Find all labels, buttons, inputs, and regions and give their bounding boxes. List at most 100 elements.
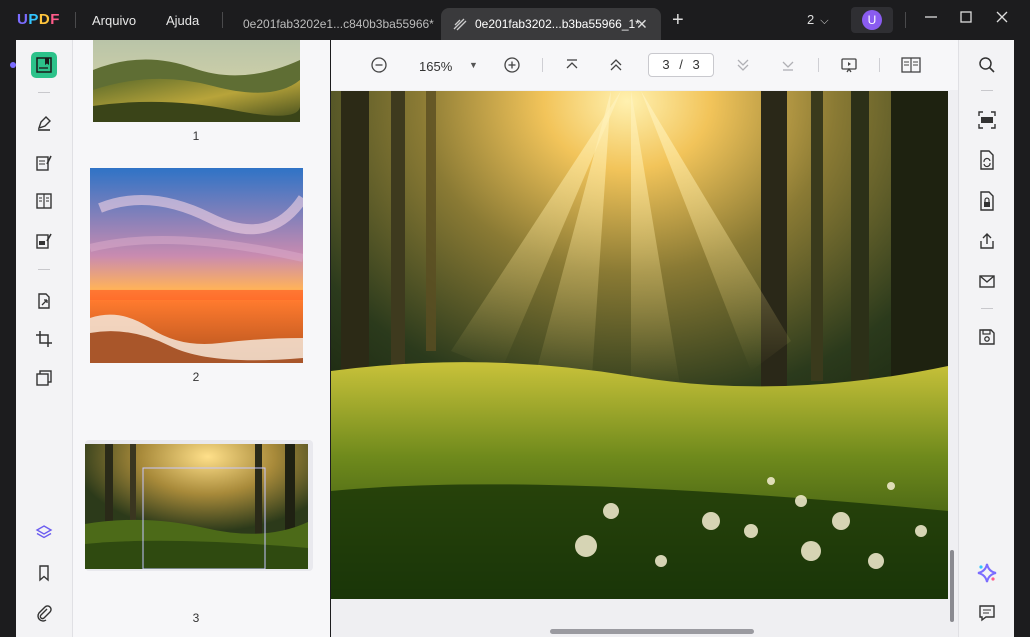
total-pages: 3: [692, 57, 700, 72]
ai-assistant-icon: [977, 563, 997, 583]
attachment-button[interactable]: [31, 600, 57, 626]
pdf-page[interactable]: [331, 91, 948, 599]
title-separator: [222, 12, 223, 28]
convert-pdf-button[interactable]: [976, 149, 998, 171]
tab-document-2[interactable]: 0e201fab3202...b3ba55966_1* ✕: [441, 8, 661, 40]
last-page-button[interactable]: [779, 55, 797, 75]
previous-page-button[interactable]: [607, 55, 625, 75]
ocr-icon: [978, 111, 996, 129]
document-view: 165% ▼ 3 / 3: [331, 40, 958, 637]
fill-sign-button[interactable]: [31, 228, 57, 254]
window-switcher[interactable]: 2 ⌵: [807, 12, 829, 28]
first-page-icon: [566, 59, 578, 69]
chevron-down-icon: ⌵: [820, 15, 829, 27]
comment-tool-button[interactable]: [31, 110, 57, 136]
convert-icon: [38, 293, 50, 309]
refresh-document-icon: [980, 150, 994, 170]
bookmark-icon: [39, 565, 49, 582]
zoom-level[interactable]: 165%: [419, 59, 452, 74]
app-logo: UPDF: [17, 11, 60, 28]
zoom-out-button[interactable]: [369, 55, 389, 75]
layers-icon: [35, 525, 53, 539]
lock-document-icon: [980, 191, 994, 211]
share-icon: [980, 233, 994, 249]
crop-button[interactable]: [31, 326, 57, 352]
thumbnail-page-1[interactable]: [93, 40, 301, 122]
menu-help[interactable]: Ajuda: [166, 13, 199, 28]
thumbnail-page-3[interactable]: [85, 444, 308, 570]
view-toolbar: 165% ▼ 3 / 3: [331, 40, 958, 90]
page-display-button[interactable]: [900, 55, 922, 75]
thumbnail-number: 3: [192, 611, 200, 625]
close-window-button[interactable]: [996, 10, 1008, 26]
convert-button[interactable]: [31, 288, 57, 314]
zoom-in-icon: [504, 57, 520, 73]
left-tool-bar: [16, 40, 73, 637]
page-organize-button[interactable]: [31, 188, 57, 214]
next-page-button[interactable]: [734, 55, 752, 75]
first-page-button[interactable]: [563, 55, 581, 75]
save-icon: [979, 329, 995, 345]
reader-icon: [36, 57, 52, 73]
avatar: U: [862, 10, 882, 30]
protect-button[interactable]: [976, 190, 998, 212]
two-page-view-icon: [901, 57, 921, 73]
title-separator: [905, 12, 906, 28]
current-page-input[interactable]: 3: [662, 57, 669, 72]
maximize-button[interactable]: [960, 10, 972, 26]
batch-button[interactable]: [31, 365, 57, 391]
search-button[interactable]: [976, 54, 998, 76]
bookmark-button[interactable]: [31, 560, 57, 586]
ocr-button[interactable]: [976, 109, 998, 131]
new-tab-button[interactable]: +: [672, 9, 684, 32]
comment-icon: [979, 605, 995, 622]
layers-button[interactable]: [31, 520, 57, 546]
presentation-button[interactable]: [839, 55, 859, 75]
ai-assistant-button[interactable]: [976, 562, 998, 584]
menu-file[interactable]: Arquivo: [92, 13, 136, 28]
title-bar: UPDF Arquivo Ajuda 0e201fab3202e1...c840…: [0, 0, 1030, 40]
thumbnail-panel: 1 2 3: [73, 40, 330, 637]
window-edge: [1014, 40, 1030, 637]
minimize-button[interactable]: [924, 10, 938, 27]
edit-text-icon: [36, 155, 52, 171]
vertical-scrollbar[interactable]: [950, 550, 954, 622]
toolbar-separator: [818, 58, 819, 72]
share-button[interactable]: [976, 230, 998, 252]
tab-document-1[interactable]: 0e201fab3202e1...c840b3ba55966*: [232, 8, 438, 40]
form-sign-icon: [36, 233, 52, 249]
reader-mode-button[interactable]: [31, 52, 57, 78]
toolbar-separator: [879, 58, 880, 72]
crop-icon: [36, 331, 52, 347]
forest-thumbnail: [85, 444, 308, 570]
mountain-thumbnail: [93, 40, 301, 122]
presentation-icon: [841, 58, 857, 73]
edit-pdf-button[interactable]: [31, 150, 57, 176]
right-tool-bar: [958, 40, 1015, 637]
mail-icon: [979, 275, 995, 288]
save-button[interactable]: [976, 326, 998, 348]
double-chevron-up-icon: [610, 59, 622, 71]
page-indicator[interactable]: 3 / 3: [648, 53, 714, 77]
thumbnail-number: 2: [192, 370, 200, 384]
close-tab-icon[interactable]: ✕: [636, 16, 648, 33]
comments-button[interactable]: [976, 602, 998, 624]
email-button[interactable]: [976, 270, 998, 292]
tool-separator: [38, 269, 50, 270]
tab-label: 0e201fab3202e1...c840b3ba55966*: [243, 17, 434, 31]
user-avatar-button[interactable]: U: [851, 7, 893, 33]
pages-icon: [36, 193, 52, 209]
zoom-in-button[interactable]: [502, 55, 522, 75]
page-separator: /: [679, 57, 683, 72]
highlighter-icon: [37, 116, 51, 131]
forest-sunlight-image: [331, 91, 948, 599]
thumbnail-number: 1: [192, 129, 200, 143]
double-chevron-down-icon: [737, 59, 749, 71]
zoom-out-icon: [371, 57, 387, 73]
document-edit-icon: [452, 16, 468, 35]
zoom-dropdown-icon[interactable]: ▼: [469, 60, 478, 70]
last-page-icon: [782, 61, 794, 71]
horizontal-scrollbar[interactable]: [550, 629, 754, 634]
thumbnail-page-2[interactable]: [89, 168, 308, 363]
title-separator: [75, 12, 76, 28]
